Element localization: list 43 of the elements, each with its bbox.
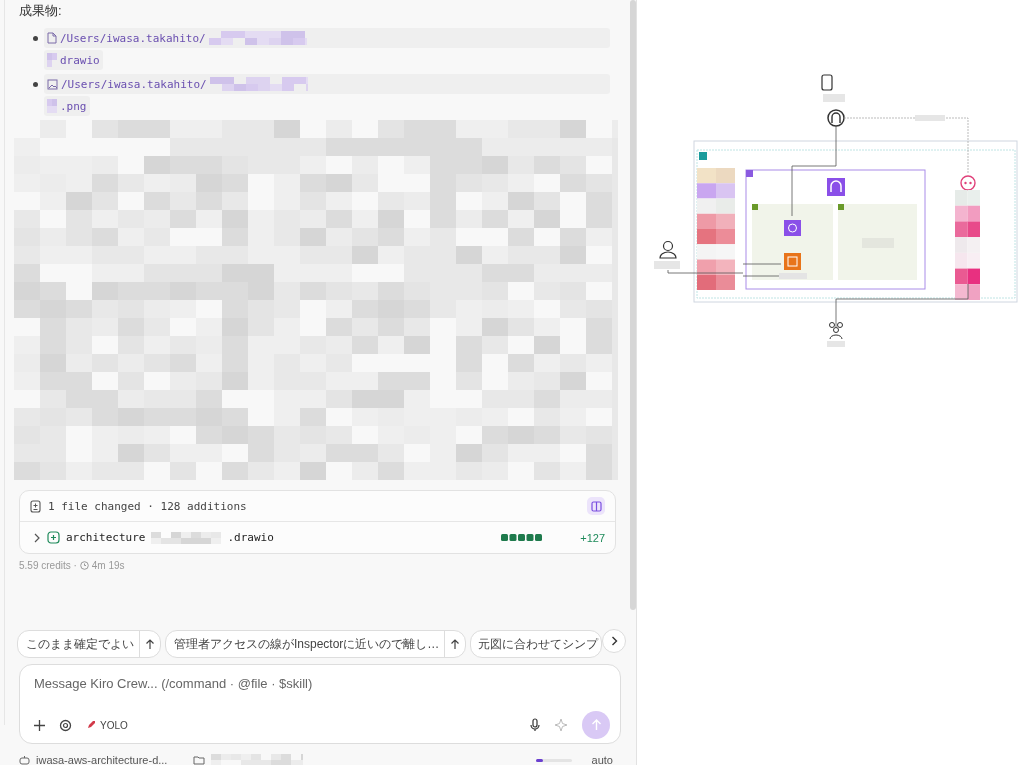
bullet-icon — [33, 36, 38, 41]
target-icon[interactable] — [59, 718, 72, 732]
added-lines-count: +127 — [579, 531, 605, 544]
microphone-icon[interactable] — [530, 718, 540, 732]
split-view-button[interactable] — [587, 497, 605, 515]
section-heading: 成果物: — [19, 2, 63, 20]
added-file-icon — [47, 531, 60, 544]
redacted-path — [47, 99, 57, 113]
credits-text: 5.59 credits · — [19, 560, 77, 571]
suggestion-chip[interactable]: このまま確定でよい — [17, 630, 161, 658]
document-icon — [30, 499, 41, 513]
arrow-up-icon — [590, 719, 602, 731]
redacted-path — [47, 53, 57, 67]
chevron-icon[interactable] — [33, 532, 41, 543]
suggestion-chip[interactable]: 元図に合わせてシンプ — [470, 630, 603, 658]
agent-name[interactable]: iwasa-aws-architecture-d... — [36, 754, 168, 765]
arrow-up-icon[interactable] — [145, 638, 155, 650]
file-path[interactable]: /Users/iwasa.takahito/ — [61, 77, 207, 91]
image-icon — [47, 78, 58, 90]
suggestion-chip[interactable]: 管理者アクセスの線がInspectorに近いので離し… — [165, 630, 467, 658]
bullet-icon — [33, 82, 38, 87]
next-button[interactable] — [602, 629, 626, 653]
arrow-up-icon[interactable] — [450, 638, 461, 650]
redacted-filename — [151, 531, 222, 544]
file-name[interactable]: architecture — [66, 531, 146, 544]
duration-text: 4m 19s — [91, 560, 125, 571]
clock-icon — [79, 561, 89, 570]
model-selector[interactable]: auto — [591, 754, 613, 765]
plus-icon[interactable] — [34, 719, 45, 731]
suggestion-text[interactable]: 元図に合わせてシンプ — [478, 635, 599, 653]
folder-icon — [193, 755, 206, 765]
yolo-mode-button[interactable]: YOLO — [86, 719, 128, 731]
message-field[interactable]: Message Kiro Crew... (/command · @file · $skill) YOLO — [19, 664, 621, 744]
suggestion-text[interactable]: 管理者アクセスの線がInspectorに近いので離し… — [174, 635, 440, 653]
file-path[interactable]: /Users/iwasa.takahito/ — [60, 31, 206, 45]
file-extension: .drawio — [227, 531, 274, 544]
split-view-icon — [590, 500, 602, 512]
suggestion-text[interactable]: このまま確定でよい — [26, 635, 134, 653]
file-icon — [47, 32, 57, 44]
scrollbar[interactable] — [630, 0, 636, 610]
chevron-right-icon — [610, 636, 618, 646]
diff-blocks-icon — [501, 534, 543, 541]
change-summary: 1 file changed · 128 additions — [48, 499, 248, 513]
